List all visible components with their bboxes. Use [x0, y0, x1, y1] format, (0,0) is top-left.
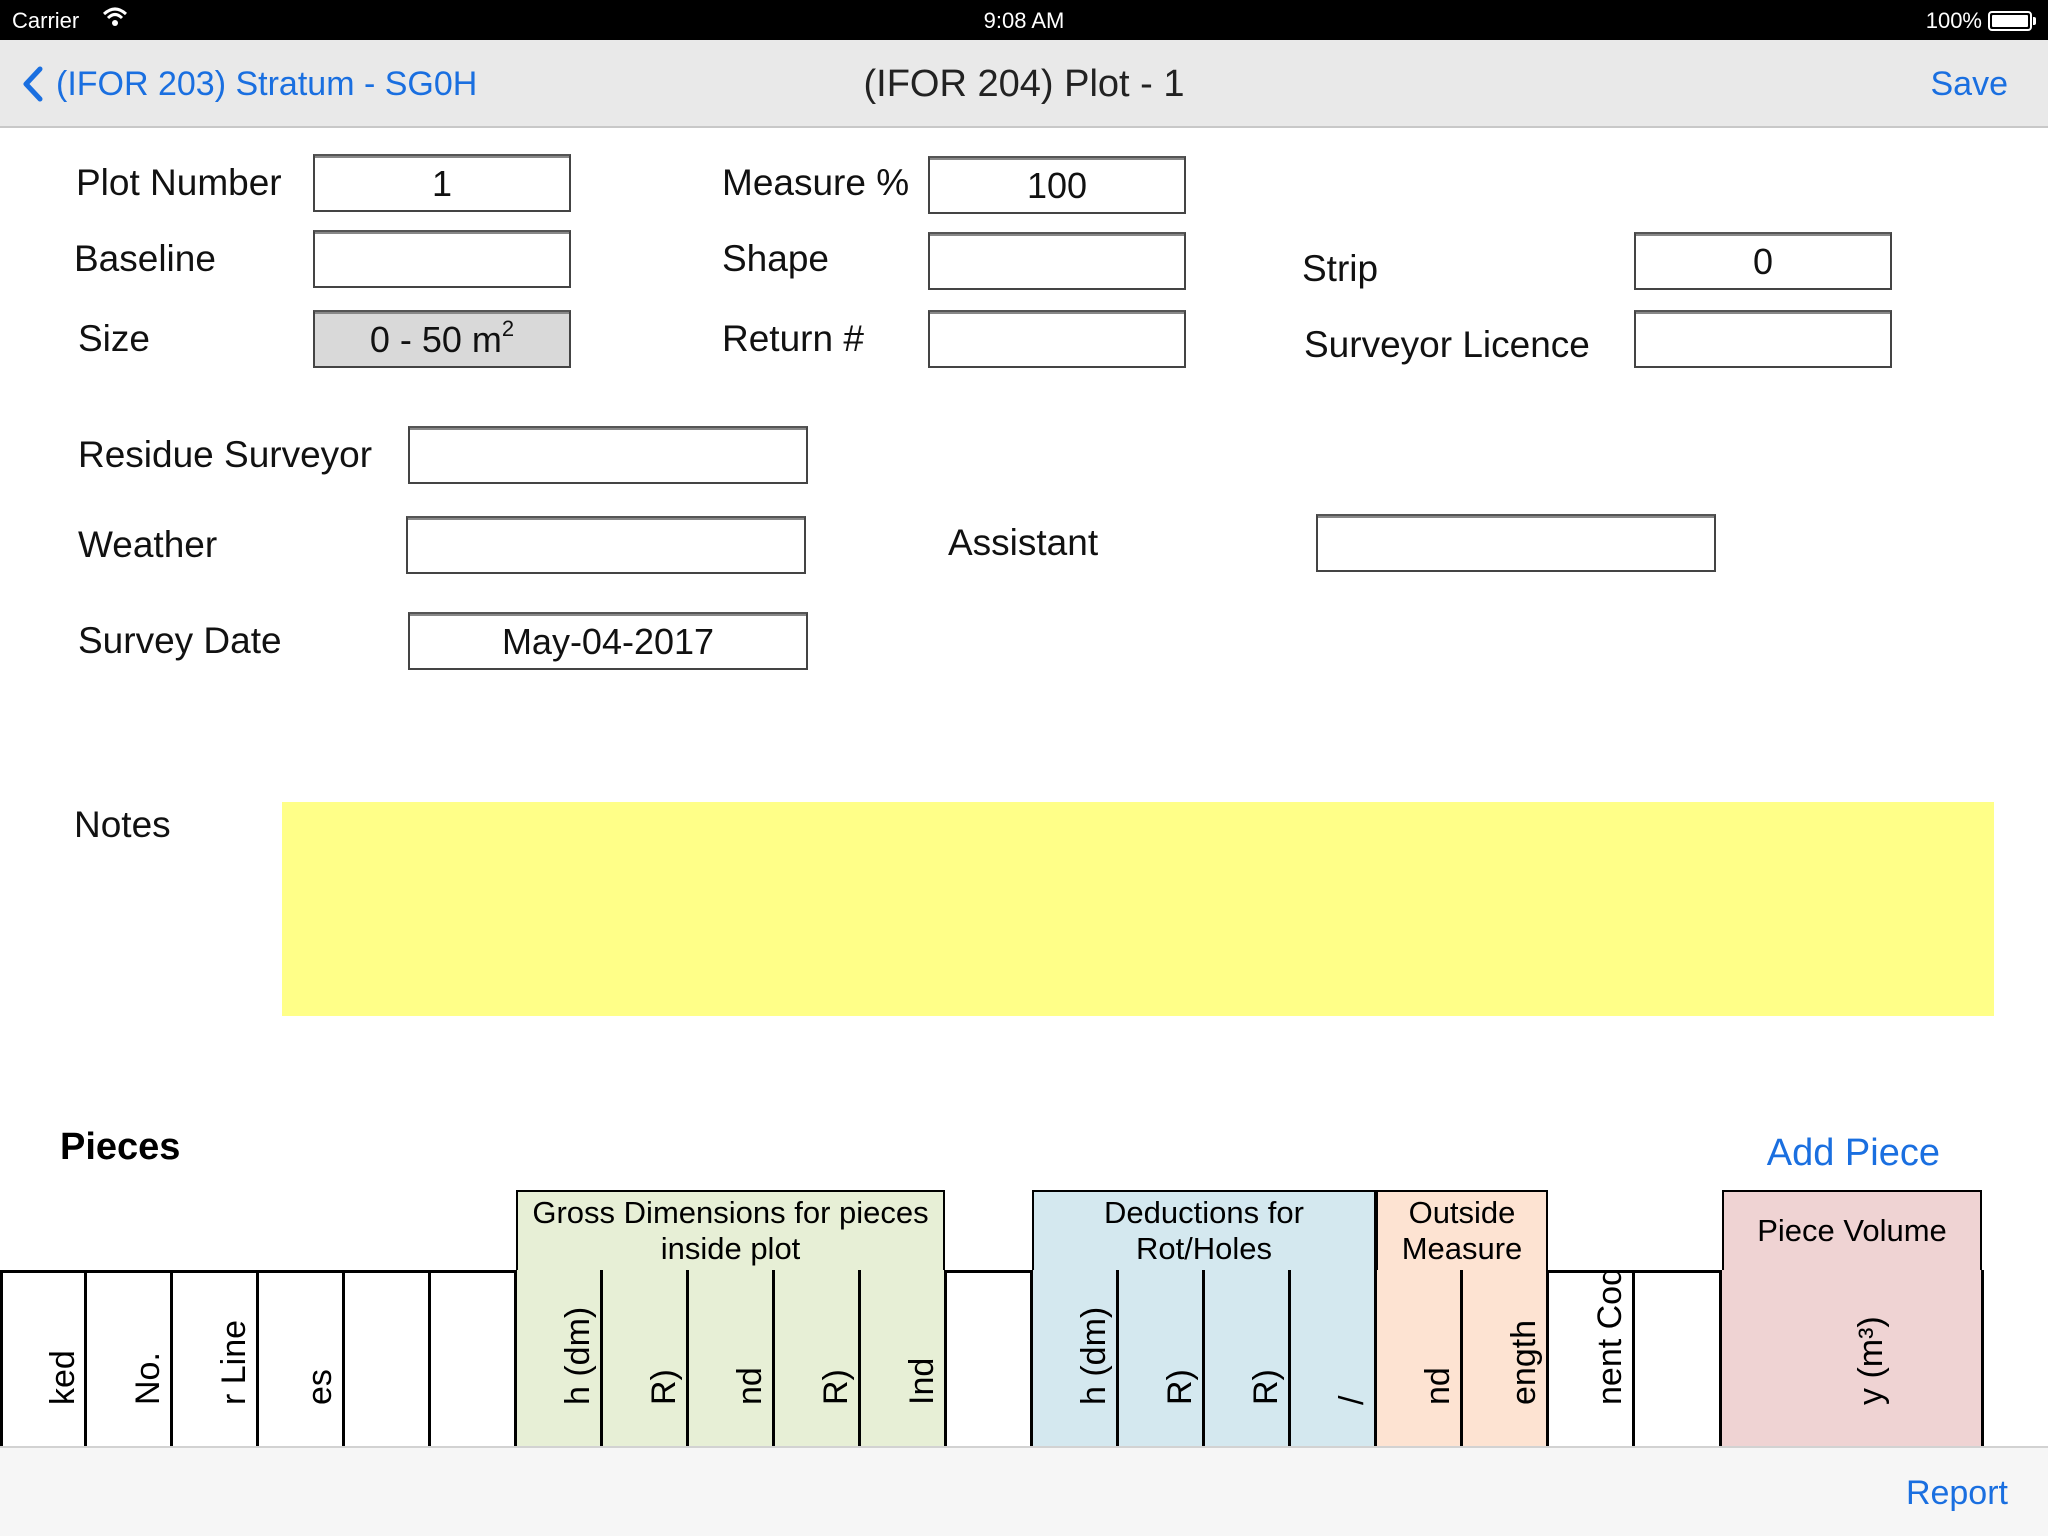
table-column-header[interactable] [1635, 1270, 1722, 1450]
table-column-header[interactable]: ked [0, 1270, 87, 1450]
table-column-header[interactable]: nd [1377, 1270, 1463, 1450]
table-column-header[interactable]: / [1291, 1270, 1377, 1450]
status-bar: Carrier 9:08 AM 100% [0, 0, 2048, 40]
measure-percent-field[interactable]: 100 [928, 156, 1186, 214]
shape-field[interactable] [928, 232, 1186, 290]
table-column-header[interactable] [431, 1270, 517, 1450]
strip-field[interactable]: 0 [1634, 232, 1892, 290]
table-column-header[interactable]: ength [1463, 1270, 1549, 1450]
table-column-header[interactable]: h (dm) [1033, 1270, 1119, 1450]
measure-percent-label: Measure % [722, 162, 910, 203]
size-label: Size [78, 318, 150, 359]
shape-label: Shape [722, 238, 829, 279]
add-piece-button[interactable]: Add Piece [1767, 1132, 1940, 1175]
surveyor-licence-field[interactable] [1634, 310, 1892, 368]
size-field[interactable]: 0 - 50 m2 [313, 310, 571, 368]
gross-dimensions-group-header: Gross Dimensions for pieces inside plot [516, 1190, 945, 1272]
survey-date-field[interactable]: May-04-2017 [408, 612, 808, 670]
clock: 9:08 AM [983, 8, 1065, 33]
deductions-group-header: Deductions for Rot/Holes [1032, 1190, 1376, 1272]
residue-surveyor-field[interactable] [408, 426, 808, 484]
return-number-field[interactable] [928, 310, 1186, 368]
battery-icon [1988, 11, 2036, 31]
notes-textarea[interactable] [282, 802, 1994, 1016]
surveyor-licence-label: Surveyor Licence [1304, 324, 1590, 365]
residue-surveyor-label: Residue Surveyor [78, 434, 373, 475]
table-column-header[interactable]: R) [1205, 1270, 1291, 1450]
table-column-header[interactable]: nd [689, 1270, 775, 1450]
weather-label: Weather [78, 524, 218, 565]
table-column-header[interactable]: r Line [173, 1270, 259, 1450]
table-column-header[interactable]: y (m³) [1722, 1270, 1984, 1450]
plot-number-label: Plot Number [76, 162, 282, 203]
return-number-label: Return # [722, 318, 864, 359]
assistant-label: Assistant [948, 522, 1099, 563]
table-column-header[interactable] [345, 1270, 431, 1450]
bottom-toolbar: Report [0, 1446, 2048, 1536]
notes-label: Notes [74, 804, 171, 845]
survey-date-label: Survey Date [78, 620, 282, 661]
table-column-header[interactable]: R) [775, 1270, 861, 1450]
navigation-bar: (IFOR 203) Stratum - SG0H (IFOR 204) Plo… [0, 40, 2048, 128]
table-column-header[interactable]: h (dm) [517, 1270, 603, 1450]
baseline-field[interactable] [313, 230, 571, 288]
chevron-left-icon [23, 66, 43, 102]
table-column-header[interactable]: R) [603, 1270, 689, 1450]
report-button[interactable]: Report [1906, 1448, 2008, 1536]
size-value: 0 - 50 m [369, 319, 502, 360]
assistant-field[interactable] [1316, 514, 1716, 572]
save-button[interactable]: Save [1931, 40, 2009, 128]
back-button-label: (IFOR 203) Stratum - SG0H [56, 64, 478, 103]
table-column-header[interactable] [947, 1270, 1033, 1450]
baseline-label: Baseline [74, 238, 216, 279]
size-unit-exponent: 2 [501, 316, 515, 341]
table-column-header[interactable]: nent Code [1549, 1270, 1635, 1450]
table-column-header[interactable]: R) [1119, 1270, 1205, 1450]
strip-label: Strip [1302, 248, 1379, 289]
table-column-header[interactable]: Ind [861, 1270, 947, 1450]
table-column-header[interactable]: es [259, 1270, 345, 1450]
weather-field[interactable] [406, 516, 806, 574]
pieces-heading: Pieces [60, 1126, 181, 1168]
plot-number-field[interactable]: 1 [313, 154, 571, 212]
table-column-header[interactable]: No. [87, 1270, 173, 1450]
outside-measure-group-header: Outside Measure [1376, 1190, 1548, 1272]
battery-percent: 100% [1925, 8, 1982, 33]
piece-volume-group-header: Piece Volume [1722, 1190, 1982, 1272]
back-button[interactable]: (IFOR 203) Stratum - SG0H [22, 40, 477, 128]
